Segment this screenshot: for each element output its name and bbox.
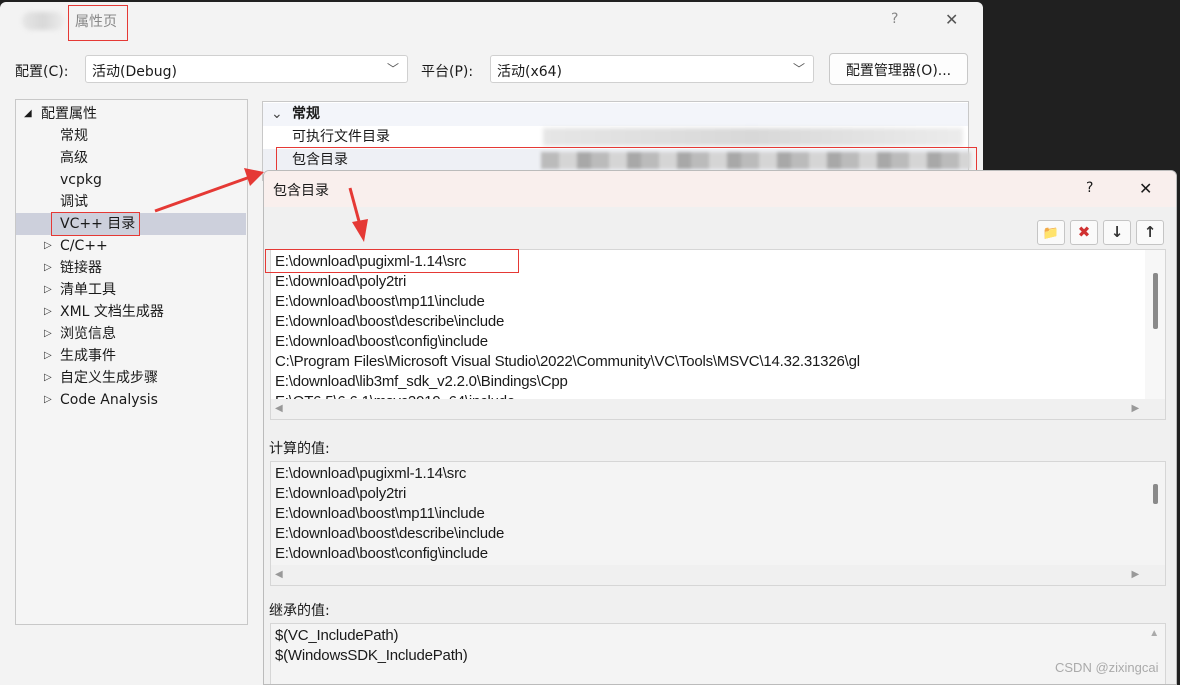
annotation-arrows: [154, 168, 368, 242]
watermark: CSDN @zixingcai: [1055, 660, 1159, 675]
annotation-arrow: [348, 187, 362, 226]
arrowhead: [352, 219, 368, 242]
arrowhead: [244, 168, 264, 186]
annotation-arrow: [154, 175, 251, 213]
